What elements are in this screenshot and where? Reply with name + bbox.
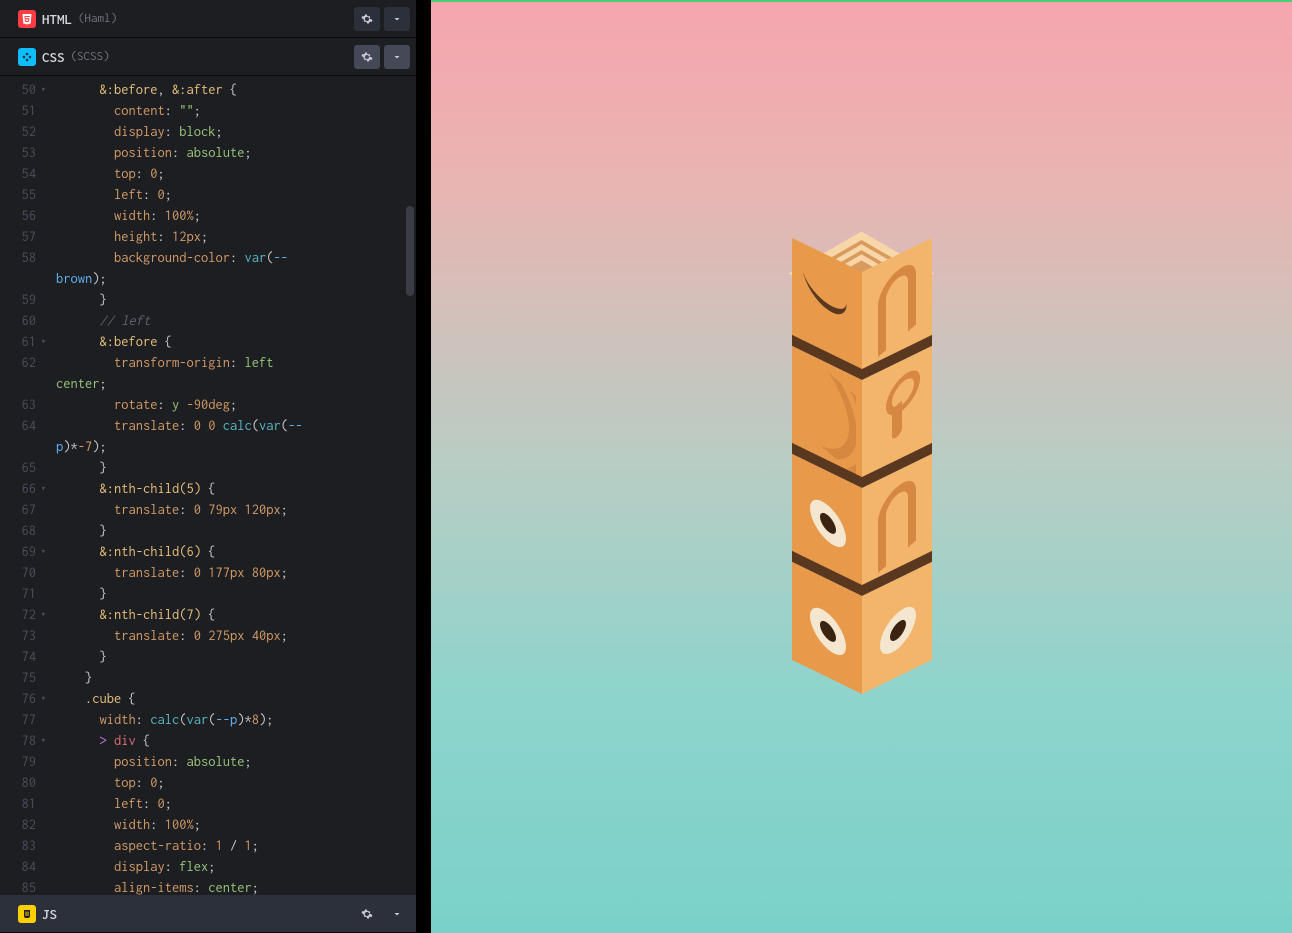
css-settings-button[interactable] (354, 45, 380, 69)
arch-decoration (878, 470, 916, 572)
html-label: HTML (42, 11, 72, 27)
js-icon (18, 905, 36, 923)
js-panel-header: JS (0, 895, 416, 933)
js-tab[interactable]: JS (8, 901, 67, 927)
arch-decoration (878, 254, 916, 356)
css-code-editor[interactable]: 5051525354555657585960616263646566676869… (0, 76, 416, 895)
js-label: JS (42, 906, 57, 922)
scrollbar-thumb[interactable] (406, 206, 414, 296)
html-preprocessor-label: (Haml) (78, 12, 117, 25)
scrollbar-track[interactable] (404, 76, 414, 895)
html-icon (18, 10, 36, 28)
css-label: CSS (42, 49, 65, 65)
html-panel-header: HTML (Haml) (0, 0, 416, 38)
html-editor-section: HTML (Haml) (0, 0, 416, 38)
eye-decoration (880, 597, 916, 664)
preview-accent-bar (431, 0, 1292, 2)
preview-output (431, 0, 1292, 933)
eye-decoration (810, 490, 846, 557)
preview-panel (416, 0, 1292, 933)
code-content[interactable]: &:before, &:after { content: ""; display… (42, 76, 416, 895)
js-editor-section: JS (0, 895, 416, 933)
css-tab[interactable]: CSS (SCSS) (8, 44, 120, 70)
cube-4 (792, 596, 932, 716)
key-decoration (886, 371, 908, 450)
smile-decoration (802, 267, 849, 325)
eye-decoration (810, 598, 846, 665)
line-gutter: 5051525354555657585960616263646566676869… (0, 76, 42, 895)
js-settings-button[interactable] (354, 902, 380, 926)
css-icon (18, 48, 36, 66)
css-editor-section: CSS (SCSS) 50515253545556575859606162636… (0, 38, 416, 895)
js-collapse-button[interactable] (384, 902, 410, 926)
css-preprocessor-label: (SCSS) (71, 50, 110, 63)
css-panel-header: CSS (SCSS) (0, 38, 416, 76)
editor-panel: HTML (Haml) CSS (SCSS) (0, 0, 416, 933)
totem-illustration (792, 232, 932, 682)
html-collapse-button[interactable] (384, 7, 410, 31)
html-tab[interactable]: HTML (Haml) (8, 6, 127, 32)
html-settings-button[interactable] (354, 7, 380, 31)
css-collapse-button[interactable] (384, 45, 410, 69)
